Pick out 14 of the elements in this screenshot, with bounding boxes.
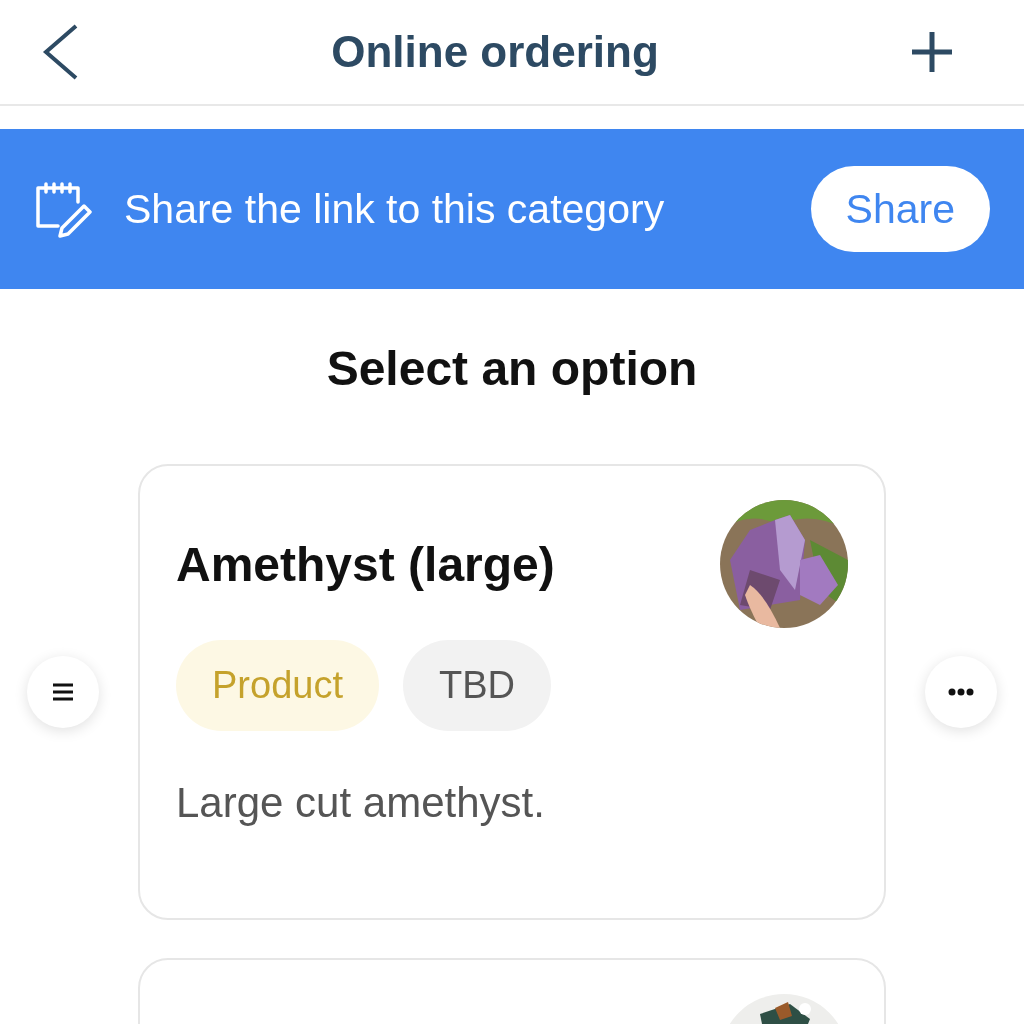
tag: Product [176, 640, 379, 731]
page-title: Online ordering [331, 27, 659, 77]
plus-icon [910, 30, 954, 74]
product-description: Large cut amethyst. [176, 779, 546, 827]
tag: TBD [402, 640, 551, 731]
menu-icon [51, 682, 75, 702]
add-button[interactable] [910, 30, 954, 74]
banner-text: Share the link to this category [124, 185, 666, 233]
more-icon [948, 688, 974, 696]
product-card[interactable]: Amethyst (large) Product TBD Large cut amethyst. [138, 464, 886, 920]
notepad-pencil-icon [34, 180, 92, 238]
section-heading: Select an option [325, 341, 699, 396]
share-button[interactable]: Share [810, 166, 990, 252]
product-title: Amethyst (large) [176, 536, 555, 592]
